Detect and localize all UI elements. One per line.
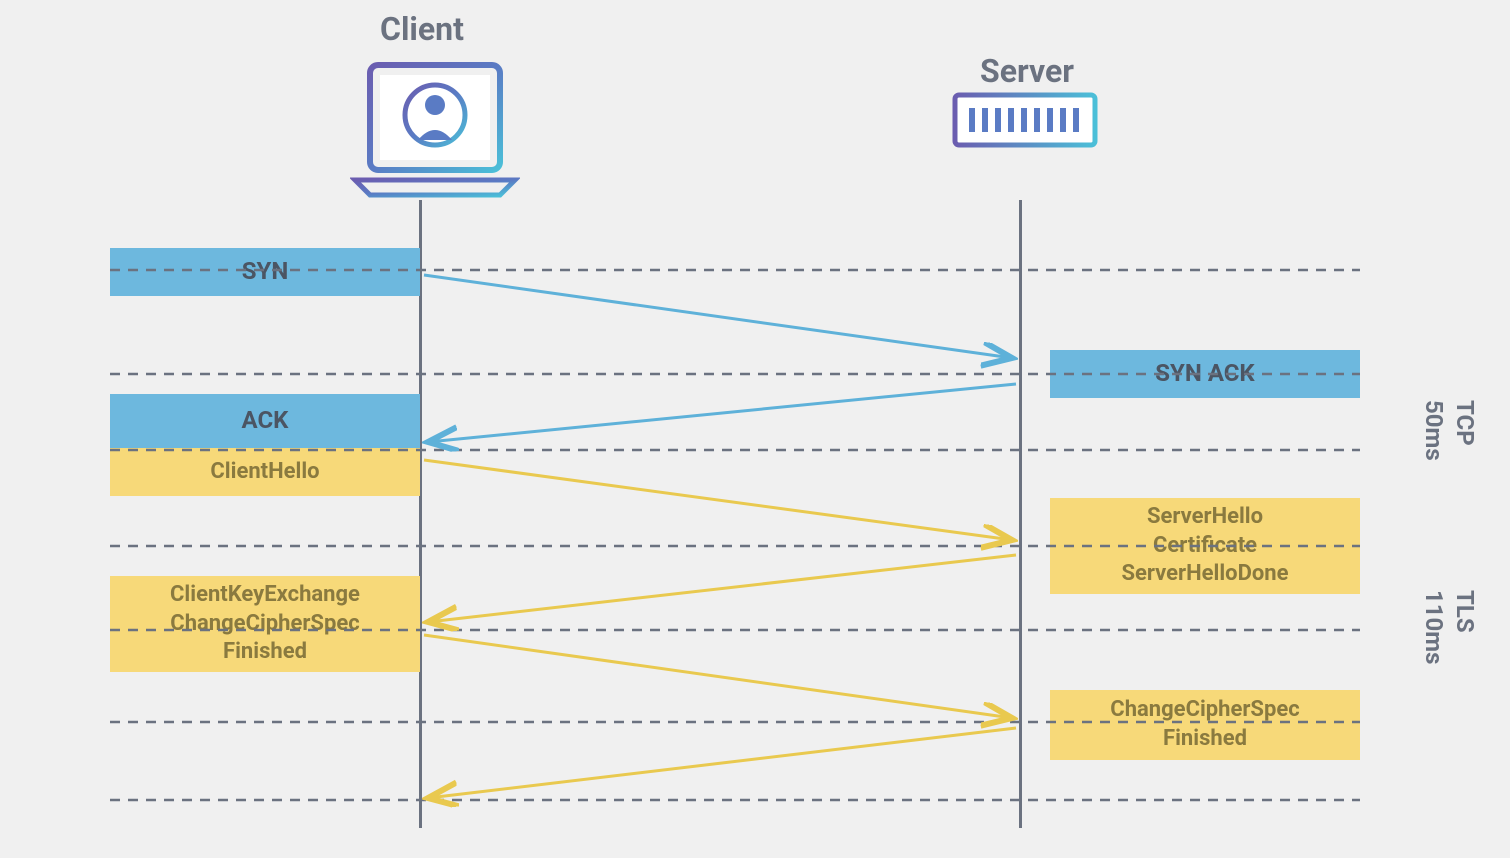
server-icon xyxy=(950,90,1100,174)
msg-server-hello: ServerHello Certificate ServerHelloDone xyxy=(1050,498,1360,594)
msg-syn: SYN xyxy=(110,248,420,296)
msg-change-cipher: ChangeCipherSpec Finished xyxy=(1050,690,1360,760)
server-label: Server xyxy=(980,52,1074,90)
server-lifeline xyxy=(1019,200,1022,828)
timing-tcp: TCP 50ms xyxy=(1418,400,1480,461)
msg-client-key-exchange: ClientKeyExchange ChangeCipherSpec Finis… xyxy=(110,576,420,672)
client-label: Client xyxy=(380,10,464,48)
tls-handshake-diagram: Client Server xyxy=(0,0,1510,858)
msg-syn-ack: SYN ACK xyxy=(1050,350,1360,398)
timing-tls: TLS 110ms xyxy=(1418,590,1480,664)
msg-ack: ACK xyxy=(110,394,420,448)
laptop-user-icon xyxy=(350,60,520,204)
msg-client-hello: ClientHello xyxy=(110,448,420,496)
